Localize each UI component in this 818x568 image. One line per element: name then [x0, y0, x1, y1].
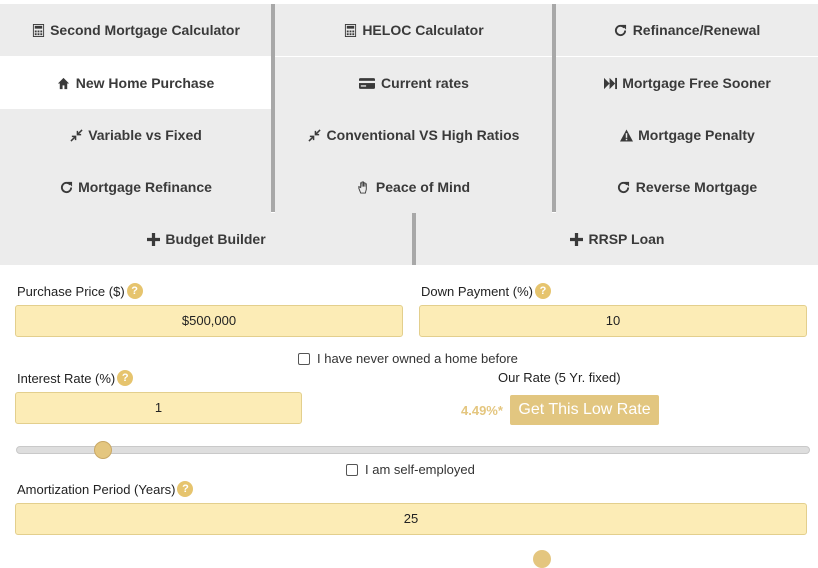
calculator-icon [31, 23, 45, 37]
tab-label: Budget Builder [165, 231, 266, 247]
purchase-price-input[interactable]: $500,000 [15, 305, 403, 337]
tab-label: HELOC Calculator [362, 22, 484, 38]
tab-label: Second Mortgage Calculator [50, 22, 240, 38]
tab-label: Mortgage Penalty [638, 127, 755, 143]
tab-variable-vs-fixed[interactable]: Variable vs Fixed [0, 109, 271, 161]
interest-rate-label-text: Interest Rate (%) [17, 370, 116, 386]
first-home-label: I have never owned a home before [317, 351, 518, 366]
tab-divider [271, 4, 275, 212]
our-rate-label: Our Rate (5 Yr. fixed) [498, 370, 621, 385]
tab-second-mortgage-calculator[interactable]: Second Mortgage Calculator [0, 4, 271, 56]
tab-label: Conventional VS High Ratios [326, 127, 520, 143]
help-icon[interactable]: ? [126, 283, 143, 299]
tab-label: Refinance/Renewal [632, 22, 761, 38]
first-home-checkbox[interactable]: I have never owned a home before [298, 351, 518, 366]
tab-peace-of-mind[interactable]: Peace of Mind [275, 161, 552, 213]
amortization-label: Amortization Period (Years) ? [17, 481, 194, 497]
tab-rrsp-loan[interactable]: RRSP Loan [416, 213, 818, 265]
refresh-icon [59, 180, 73, 194]
tab-label: Reverse Mortgage [635, 179, 758, 195]
our-rate-label-text: Our Rate (5 Yr. fixed) [498, 370, 621, 385]
get-low-rate-button[interactable]: Get This Low Rate [510, 395, 659, 425]
tab-label: New Home Purchase [75, 75, 215, 91]
hand-icon [357, 180, 371, 194]
tab-heloc-calculator[interactable]: HELOC Calculator [275, 4, 552, 56]
tab-refinance-renewal[interactable]: Refinance/Renewal [556, 4, 818, 56]
help-icon[interactable]: ? [117, 370, 134, 386]
interest-rate-slider[interactable] [16, 446, 810, 454]
tab-divider [552, 4, 556, 212]
calculator-tabs: Second Mortgage Calculator HELOC Calcula… [0, 0, 818, 265]
calculator-icon [343, 23, 357, 37]
fast-forward-icon [603, 76, 617, 90]
tab-mortgage-penalty[interactable]: Mortgage Penalty [556, 109, 818, 161]
amortization-label-text: Amortization Period (Years) [17, 481, 176, 497]
interest-rate-label: Interest Rate (%) ? [17, 370, 134, 386]
tab-label: Current rates [381, 75, 469, 91]
interest-rate-input[interactable]: 1 [15, 392, 302, 424]
tab-current-rates[interactable]: Current rates [275, 57, 552, 109]
home-icon [57, 76, 71, 90]
refresh-icon [617, 180, 631, 194]
tab-label: Mortgage Free Sooner [622, 75, 771, 91]
self-employed-label: I am self-employed [365, 462, 475, 477]
compress-icon [308, 128, 322, 142]
self-employed-checkbox[interactable]: I am self-employed [346, 462, 475, 477]
checkbox-box[interactable] [346, 463, 358, 476]
tab-mortgage-refinance[interactable]: Mortgage Refinance [0, 161, 271, 213]
checkbox-box[interactable] [298, 352, 310, 365]
tab-label: Variable vs Fixed [88, 127, 202, 143]
credit-card-icon [358, 76, 376, 90]
tab-label: RRSP Loan [588, 231, 665, 247]
help-icon[interactable] [533, 550, 551, 568]
down-payment-input[interactable]: 10 [419, 305, 807, 337]
amortization-input[interactable]: 25 [15, 503, 807, 535]
tab-budget-builder[interactable]: Budget Builder [0, 213, 412, 265]
tab-new-home-purchase[interactable]: New Home Purchase [0, 57, 271, 109]
compress-icon [69, 128, 83, 142]
tab-divider [412, 213, 416, 265]
purchase-price-label: Purchase Price ($) ? [17, 283, 143, 299]
plus-icon [146, 232, 160, 246]
tab-label: Peace of Mind [375, 179, 471, 195]
down-payment-label-text: Down Payment (%) [421, 283, 533, 299]
tab-reverse-mortgage[interactable]: Reverse Mortgage [556, 161, 818, 213]
help-icon[interactable]: ? [534, 283, 551, 299]
plus-icon [570, 232, 584, 246]
purchase-price-label-text: Purchase Price ($) [17, 283, 125, 299]
help-icon[interactable]: ? [177, 481, 194, 497]
slider-handle[interactable] [94, 441, 113, 459]
refresh-icon [614, 23, 628, 37]
our-rate-value: 4.49%* [461, 403, 503, 418]
tab-mortgage-free-sooner[interactable]: Mortgage Free Sooner [556, 57, 818, 109]
tab-conventional-vs-high-ratios[interactable]: Conventional VS High Ratios [275, 109, 552, 161]
tab-label: Mortgage Refinance [78, 179, 212, 195]
warning-icon [619, 128, 633, 142]
down-payment-label: Down Payment (%) ? [421, 283, 551, 299]
